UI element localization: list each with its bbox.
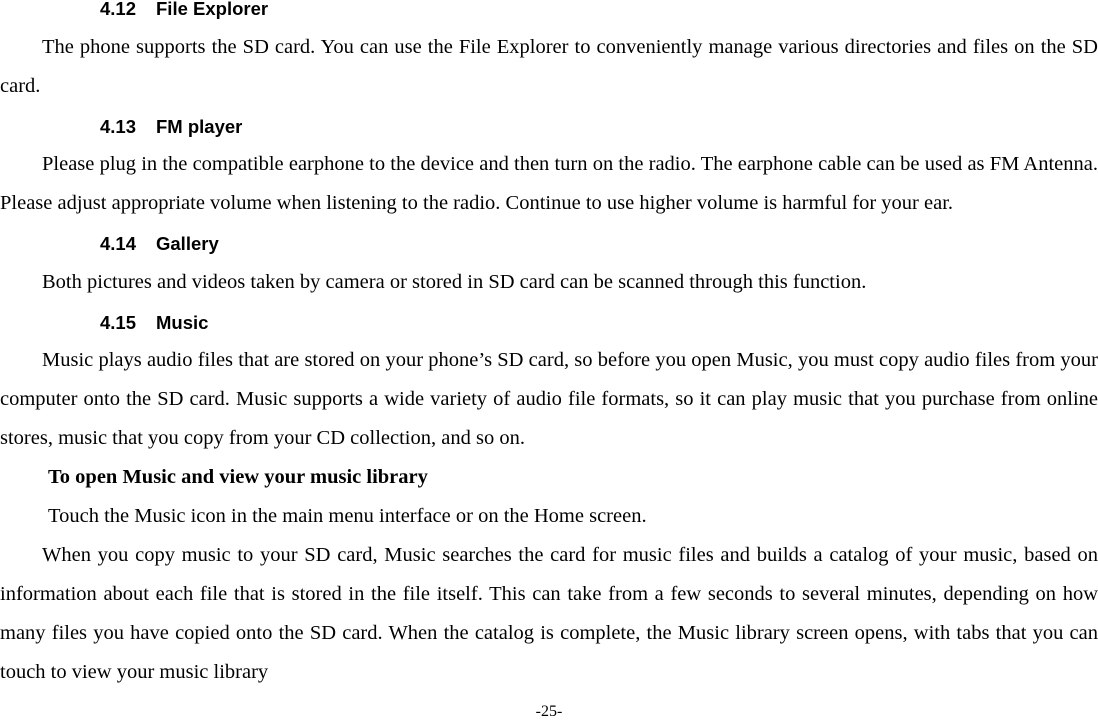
section-body-4-12: The phone supports the SD card. You can … bbox=[0, 35, 1098, 97]
section-number: 4.15 bbox=[100, 311, 137, 333]
section-number: 4.13 bbox=[100, 115, 137, 137]
section-body-4-15: Music plays audio files that are stored … bbox=[0, 349, 1098, 449]
section-title: Gallery bbox=[156, 233, 219, 254]
page-number-label: -25- bbox=[535, 703, 563, 720]
section-heading-4-13: 4.13 FM player bbox=[0, 115, 1098, 137]
page-content: 4.12 File Explorer The phone supports the… bbox=[0, 0, 1098, 692]
section-number: 4.12 bbox=[100, 0, 137, 19]
section-body-4-14: Both pictures and videos taken by camera… bbox=[42, 270, 867, 293]
section-number: 4.14 bbox=[100, 233, 137, 254]
subsection-heading-open-music: To open Music and view your music librar… bbox=[48, 466, 428, 488]
subsection-line-touch-music-icon: Touch the Music icon in the main menu in… bbox=[48, 505, 647, 527]
section-heading-4-12: 4.12 File Explorer bbox=[0, 0, 1098, 19]
page-footer: -25- bbox=[0, 702, 1098, 722]
section-title: Music bbox=[156, 311, 209, 333]
document-page: 4.12 File Explorer The phone supports the… bbox=[0, 0, 1098, 726]
section-heading-4-14: 4.14 Gallery bbox=[0, 233, 1098, 254]
section-title: FM player bbox=[156, 115, 243, 137]
subsection-body-music-catalog: When you copy music to your SD card, Mus… bbox=[0, 544, 1098, 683]
section-body-4-13: Please plug in the compatible earphone t… bbox=[0, 153, 1098, 214]
section-heading-4-15: 4.15 Music bbox=[0, 311, 1098, 333]
section-title: File Explorer bbox=[156, 0, 269, 19]
